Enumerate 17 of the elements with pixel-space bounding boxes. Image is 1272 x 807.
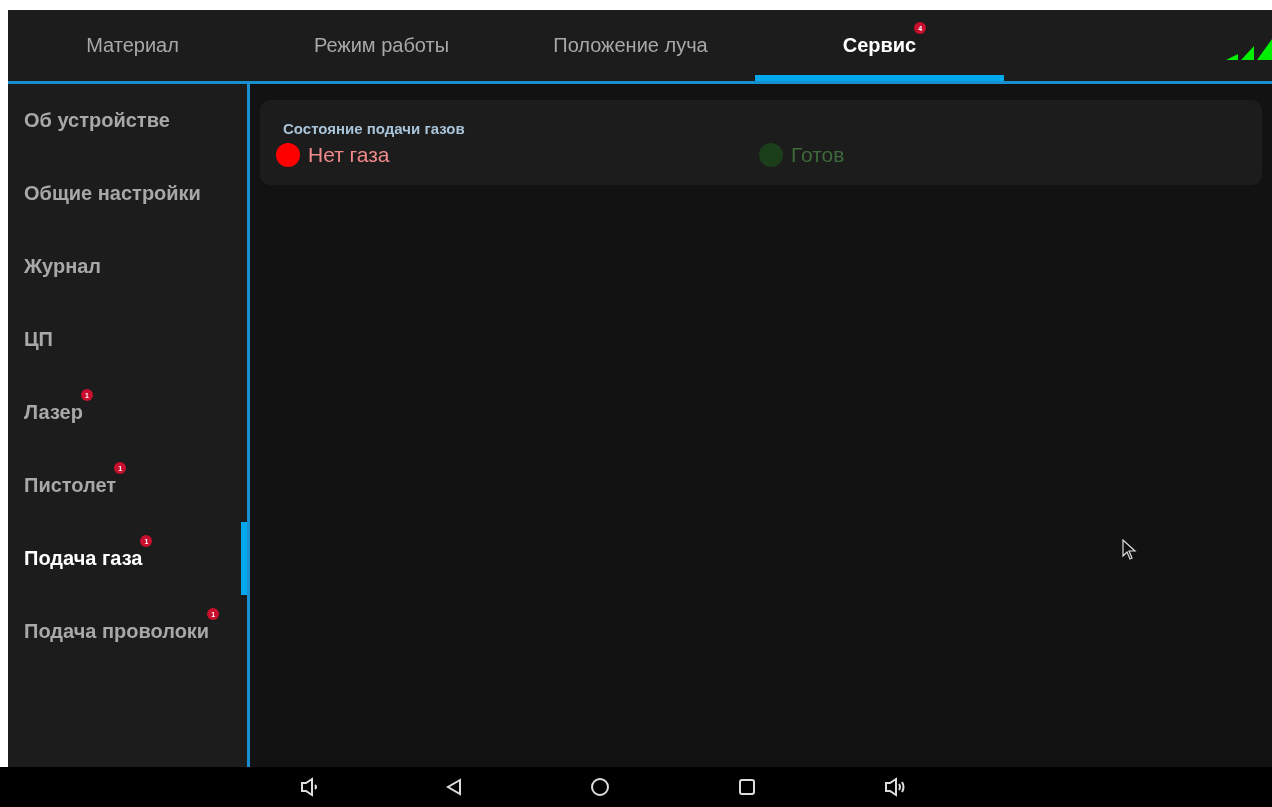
sidebar-item[interactable]: Об устройстве (8, 84, 247, 157)
sidebar-item[interactable]: Общие настройки (8, 157, 247, 230)
home-icon[interactable] (590, 777, 610, 797)
back-icon[interactable] (446, 778, 462, 796)
volume-up-icon[interactable] (884, 777, 906, 797)
status-label: Готов (791, 143, 845, 167)
sidebar-item[interactable]: Журнал (8, 230, 247, 303)
card-title: Состояние подачи газов (283, 120, 466, 137)
cursor-icon (1122, 539, 1138, 561)
tab[interactable]: Материал (8, 10, 257, 81)
tab[interactable]: Режим работы (257, 10, 506, 81)
status-label: Нет газа (308, 143, 390, 167)
tab[interactable]: Положение луча (506, 10, 755, 81)
signal-icon (1226, 38, 1272, 62)
sidebar-item[interactable]: ЦП (8, 303, 247, 376)
volume-down-icon[interactable] (300, 777, 318, 797)
recent-apps-icon[interactable] (738, 778, 756, 796)
